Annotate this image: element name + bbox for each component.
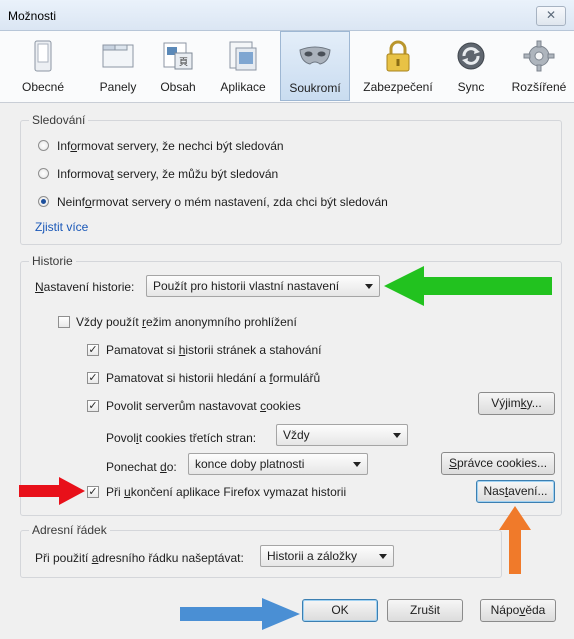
- padlock-icon: [386, 40, 410, 72]
- history-title: Historie: [29, 254, 76, 268]
- chevron-down-icon: [353, 462, 361, 467]
- chevron-down-icon: [379, 554, 387, 559]
- clear-settings-button[interactable]: Nastavení...: [476, 480, 555, 503]
- cancel-button[interactable]: Zrušit: [387, 599, 463, 622]
- tracking-option-1[interactable]: Informovat servery, že nechci být sledov…: [57, 139, 284, 153]
- tab-zabezpeceni[interactable]: Zabezpečení: [356, 31, 440, 101]
- tracking-radio-1[interactable]: [38, 140, 49, 151]
- mask-icon: [299, 46, 331, 65]
- tab-label: Soukromí: [289, 81, 341, 95]
- options-toolbar: Obecné Panely 頁 Obsah Aplikace Soukromí …: [0, 31, 574, 103]
- window-title: Možnosti: [8, 9, 57, 23]
- options-dialog: Možnosti ✕ Obecné Panely 頁 Obsah Aplikac…: [0, 0, 574, 639]
- tab-sync[interactable]: Sync: [446, 31, 496, 101]
- help-button[interactable]: Nápověda: [480, 599, 556, 622]
- address-suggest-label: Při použití adresního řádku našeptávat:: [35, 551, 244, 565]
- sync-icon: [457, 42, 485, 70]
- tab-rozsirene[interactable]: Rozšířené: [506, 31, 572, 101]
- tab-label: Panely: [99, 80, 137, 94]
- chevron-down-icon: [365, 284, 373, 289]
- svg-text:頁: 頁: [179, 57, 188, 67]
- remember-search-checkbox[interactable]: ✓: [87, 372, 99, 384]
- tab-label: Rozšířené: [511, 80, 567, 94]
- remember-browsing-label: Pamatovat si historii stránek a stahován…: [106, 343, 322, 357]
- content-icon: 頁: [163, 42, 193, 70]
- red-arrow-annotation: [19, 477, 85, 505]
- address-bar-title: Adresní řádek: [29, 523, 110, 537]
- ok-button[interactable]: OK: [302, 599, 378, 622]
- tracking-radio-2[interactable]: [38, 168, 49, 179]
- third-party-label: Povolit cookies třetích stran:: [106, 431, 257, 445]
- address-suggest-select[interactable]: Historii a záložky: [260, 545, 394, 567]
- private-mode-label: Vždy použít režim anonymního prohlížení: [76, 315, 297, 329]
- blue-arrow-annotation: [180, 598, 300, 630]
- clear-on-close-label: Při ukončení aplikace Firefox vymazat hi…: [106, 485, 347, 499]
- tab-label: Aplikace: [220, 80, 266, 94]
- gear-icon: [523, 40, 555, 72]
- close-button[interactable]: ✕: [536, 6, 566, 26]
- remember-browsing-checkbox[interactable]: ✓: [87, 344, 99, 356]
- tab-panely[interactable]: Panely: [92, 31, 144, 101]
- keep-until-label: Ponechat do:: [106, 460, 177, 474]
- remember-search-label: Pamatovat si historii hledání a formulář…: [106, 371, 321, 385]
- history-setting-label: Nastavení historie:: [35, 280, 135, 294]
- third-party-value: Vždy: [283, 428, 310, 442]
- orange-arrow-annotation: [499, 506, 531, 574]
- tracking-radio-3[interactable]: [38, 196, 49, 207]
- title-bar[interactable]: Možnosti ✕: [0, 0, 574, 31]
- history-setting-value: Použít pro historii vlastní nastavení: [153, 279, 340, 293]
- tab-label: Obsah: [160, 80, 196, 94]
- tab-label: Zabezpečení: [363, 80, 433, 94]
- chevron-down-icon: [393, 433, 401, 438]
- learn-more-link[interactable]: Zjistit více: [35, 220, 88, 234]
- tab-label: Sync: [457, 80, 485, 94]
- tab-soukromi[interactable]: Soukromí: [280, 31, 350, 101]
- history-setting-select[interactable]: Použít pro historii vlastní nastavení: [146, 275, 380, 297]
- exceptions-button[interactable]: Výjimky...: [478, 392, 555, 415]
- switch-icon: [34, 40, 52, 72]
- accept-cookies-label: Povolit serverům nastavovat cookies: [106, 399, 301, 413]
- tracking-option-3[interactable]: Neinformovat servery o mém nastavení, zd…: [57, 195, 388, 209]
- third-party-select[interactable]: Vždy: [276, 424, 408, 446]
- keep-until-select[interactable]: konce doby platnosti: [188, 453, 368, 475]
- clear-on-close-checkbox[interactable]: ✓: [87, 486, 99, 498]
- tab-label: Obecné: [21, 80, 65, 94]
- keep-until-value: konce doby platnosti: [195, 457, 305, 471]
- accept-cookies-checkbox[interactable]: ✓: [87, 400, 99, 412]
- tab-aplikace[interactable]: Aplikace: [212, 31, 274, 101]
- private-mode-checkbox[interactable]: [58, 316, 70, 328]
- applications-icon: [229, 41, 257, 71]
- green-arrow-annotation: [384, 266, 552, 306]
- manage-cookies-button[interactable]: Správce cookies...: [441, 452, 555, 475]
- tab-obecne[interactable]: Obecné: [18, 31, 68, 101]
- tabs-icon: [102, 44, 134, 68]
- tracking-title: Sledování: [29, 113, 89, 127]
- tab-obsah[interactable]: 頁 Obsah: [154, 31, 202, 101]
- address-suggest-value: Historii a záložky: [267, 549, 358, 563]
- tracking-option-2[interactable]: Informovat servery, že můžu být sledován: [57, 167, 278, 181]
